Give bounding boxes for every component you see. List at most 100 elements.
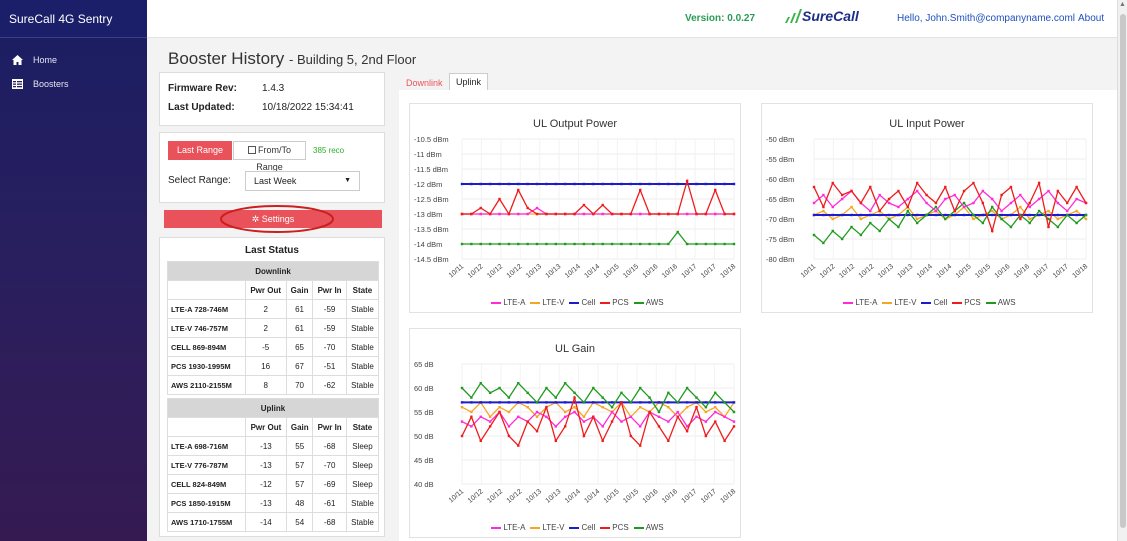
- data-point: [1047, 217, 1050, 221]
- data-point: [592, 212, 595, 216]
- data-point: [704, 406, 708, 409]
- tab-uplink[interactable]: Uplink: [449, 73, 489, 90]
- legend-swatch: [600, 526, 611, 529]
- data-point: [934, 209, 938, 213]
- data-point: [629, 182, 633, 186]
- sidebar-item-boosters[interactable]: Boosters: [0, 73, 147, 95]
- data-point: [1075, 197, 1078, 201]
- data-point: [1056, 201, 1060, 205]
- data-point: [714, 410, 717, 414]
- scrollbar-thumb[interactable]: [1120, 14, 1126, 528]
- data-point: [676, 415, 679, 418]
- x-tick-label: 10/14: [916, 263, 934, 280]
- data-point: [962, 189, 966, 193]
- scrollbar[interactable]: ▲: [1117, 0, 1127, 541]
- x-tick-label: 10/11: [448, 488, 466, 504]
- data-point: [944, 217, 947, 221]
- about-link[interactable]: About: [1078, 13, 1104, 24]
- legend-swatch: [985, 301, 996, 304]
- data-point: [1047, 225, 1050, 229]
- user-greeting-link[interactable]: Hello, John.Smith@companyname.coml: [897, 13, 1075, 24]
- data-point: [610, 401, 614, 404]
- data-point: [554, 212, 557, 216]
- data-point: [470, 401, 473, 404]
- data-point: [981, 189, 985, 193]
- data-point: [1037, 197, 1041, 201]
- data-point: [1075, 185, 1078, 189]
- data-point: [639, 242, 642, 246]
- col-state: State: [345, 280, 380, 300]
- data-point: [1056, 213, 1060, 217]
- chart-svg: -50 dBm -55 dBm -60 dBm -65 dBm -70 dBm -75 d…: [766, 135, 1089, 280]
- x-tick-label: 10/11: [448, 263, 466, 279]
- x-tick-label: 10/16: [994, 263, 1012, 280]
- chart-svg: 65 dB60 dB55 dB50 dB45 dB40 dB10/11 10/12…: [414, 360, 737, 505]
- data-point: [859, 201, 863, 205]
- data-point: [822, 241, 825, 245]
- data-point: [732, 212, 736, 216]
- data-point: [723, 415, 726, 418]
- data-point: [962, 205, 966, 209]
- data-point: [620, 420, 623, 423]
- data-point: [545, 415, 548, 418]
- legend-swatch: [952, 301, 963, 304]
- data-point: [887, 217, 891, 221]
- data-point: [488, 182, 492, 186]
- data-point: [685, 179, 689, 183]
- data-point: [488, 415, 492, 418]
- data-point: [470, 242, 473, 246]
- data-point: [601, 242, 604, 246]
- data-point: [1037, 181, 1041, 185]
- range-select[interactable]: Last Week ▼: [245, 171, 360, 191]
- from-to-range-button[interactable]: From/To Range: [233, 141, 306, 172]
- firmware-label: Firmware Rev:: [168, 83, 237, 94]
- data-point: [1000, 209, 1003, 213]
- x-tick-label: 10/12: [506, 263, 524, 280]
- data-point: [657, 415, 661, 418]
- x-tick-label: 10/17: [700, 488, 718, 505]
- tab-downlink[interactable]: Downlink: [406, 78, 443, 88]
- data-point: [545, 242, 548, 246]
- x-tick-label: 10/16: [1013, 263, 1031, 280]
- data-point: [507, 212, 511, 216]
- legend-swatch: [569, 301, 580, 304]
- table-row: CELL 824-849M -12 57 -69 Sleep: [167, 474, 380, 494]
- col-pwr-in: Pwr In: [312, 280, 347, 300]
- sidebar-item-home[interactable]: Home: [0, 49, 147, 71]
- last-updated-value: 10/18/2022 15:34:41: [262, 102, 354, 113]
- data-point: [535, 415, 539, 418]
- legend-label: LTE-A: [503, 523, 526, 532]
- surecall-logo: SureCall: [784, 8, 859, 24]
- x-tick-label: 10/15: [603, 263, 621, 280]
- data-point: [545, 406, 548, 409]
- legend-label: PCS: [612, 523, 629, 532]
- table-row: LTE-V 776-787M -13 57 -70 Sleep: [167, 455, 380, 475]
- data-point: [639, 212, 642, 216]
- last-range-button[interactable]: Last Range: [168, 141, 232, 160]
- data-point: [840, 197, 844, 201]
- data-point: [657, 212, 661, 216]
- data-point: [498, 410, 501, 414]
- page-title: Booster History: [168, 49, 285, 68]
- data-point: [732, 401, 736, 404]
- data-point: [554, 425, 557, 428]
- chart-legend: LTE-A LTE-V Cell PCS AWS: [410, 523, 740, 532]
- data-point: [479, 242, 482, 246]
- data-point: [582, 182, 586, 186]
- data-point: [479, 382, 482, 385]
- table-row: PCS 1850-1915M -13 48 -61 Stable: [167, 493, 380, 513]
- data-point: [470, 415, 473, 418]
- data-point: [526, 420, 529, 423]
- data-point: [685, 406, 689, 409]
- legend-swatch: [921, 301, 932, 304]
- ul-gain-chart: UL Gain 65 dB 60 dB 55 dB 50 dB 45 dB 40 dB 10/…: [409, 328, 741, 538]
- data-point: [573, 391, 576, 394]
- data-point: [962, 201, 966, 205]
- x-tick-label: 10/14: [935, 263, 953, 280]
- x-tick-label: 10/14: [583, 488, 601, 505]
- data-point: [526, 212, 529, 216]
- data-point: [723, 182, 726, 186]
- scroll-up-icon[interactable]: ▲: [1119, 1, 1126, 8]
- x-tick-label: 10/12: [486, 488, 504, 505]
- data-point: [831, 217, 834, 221]
